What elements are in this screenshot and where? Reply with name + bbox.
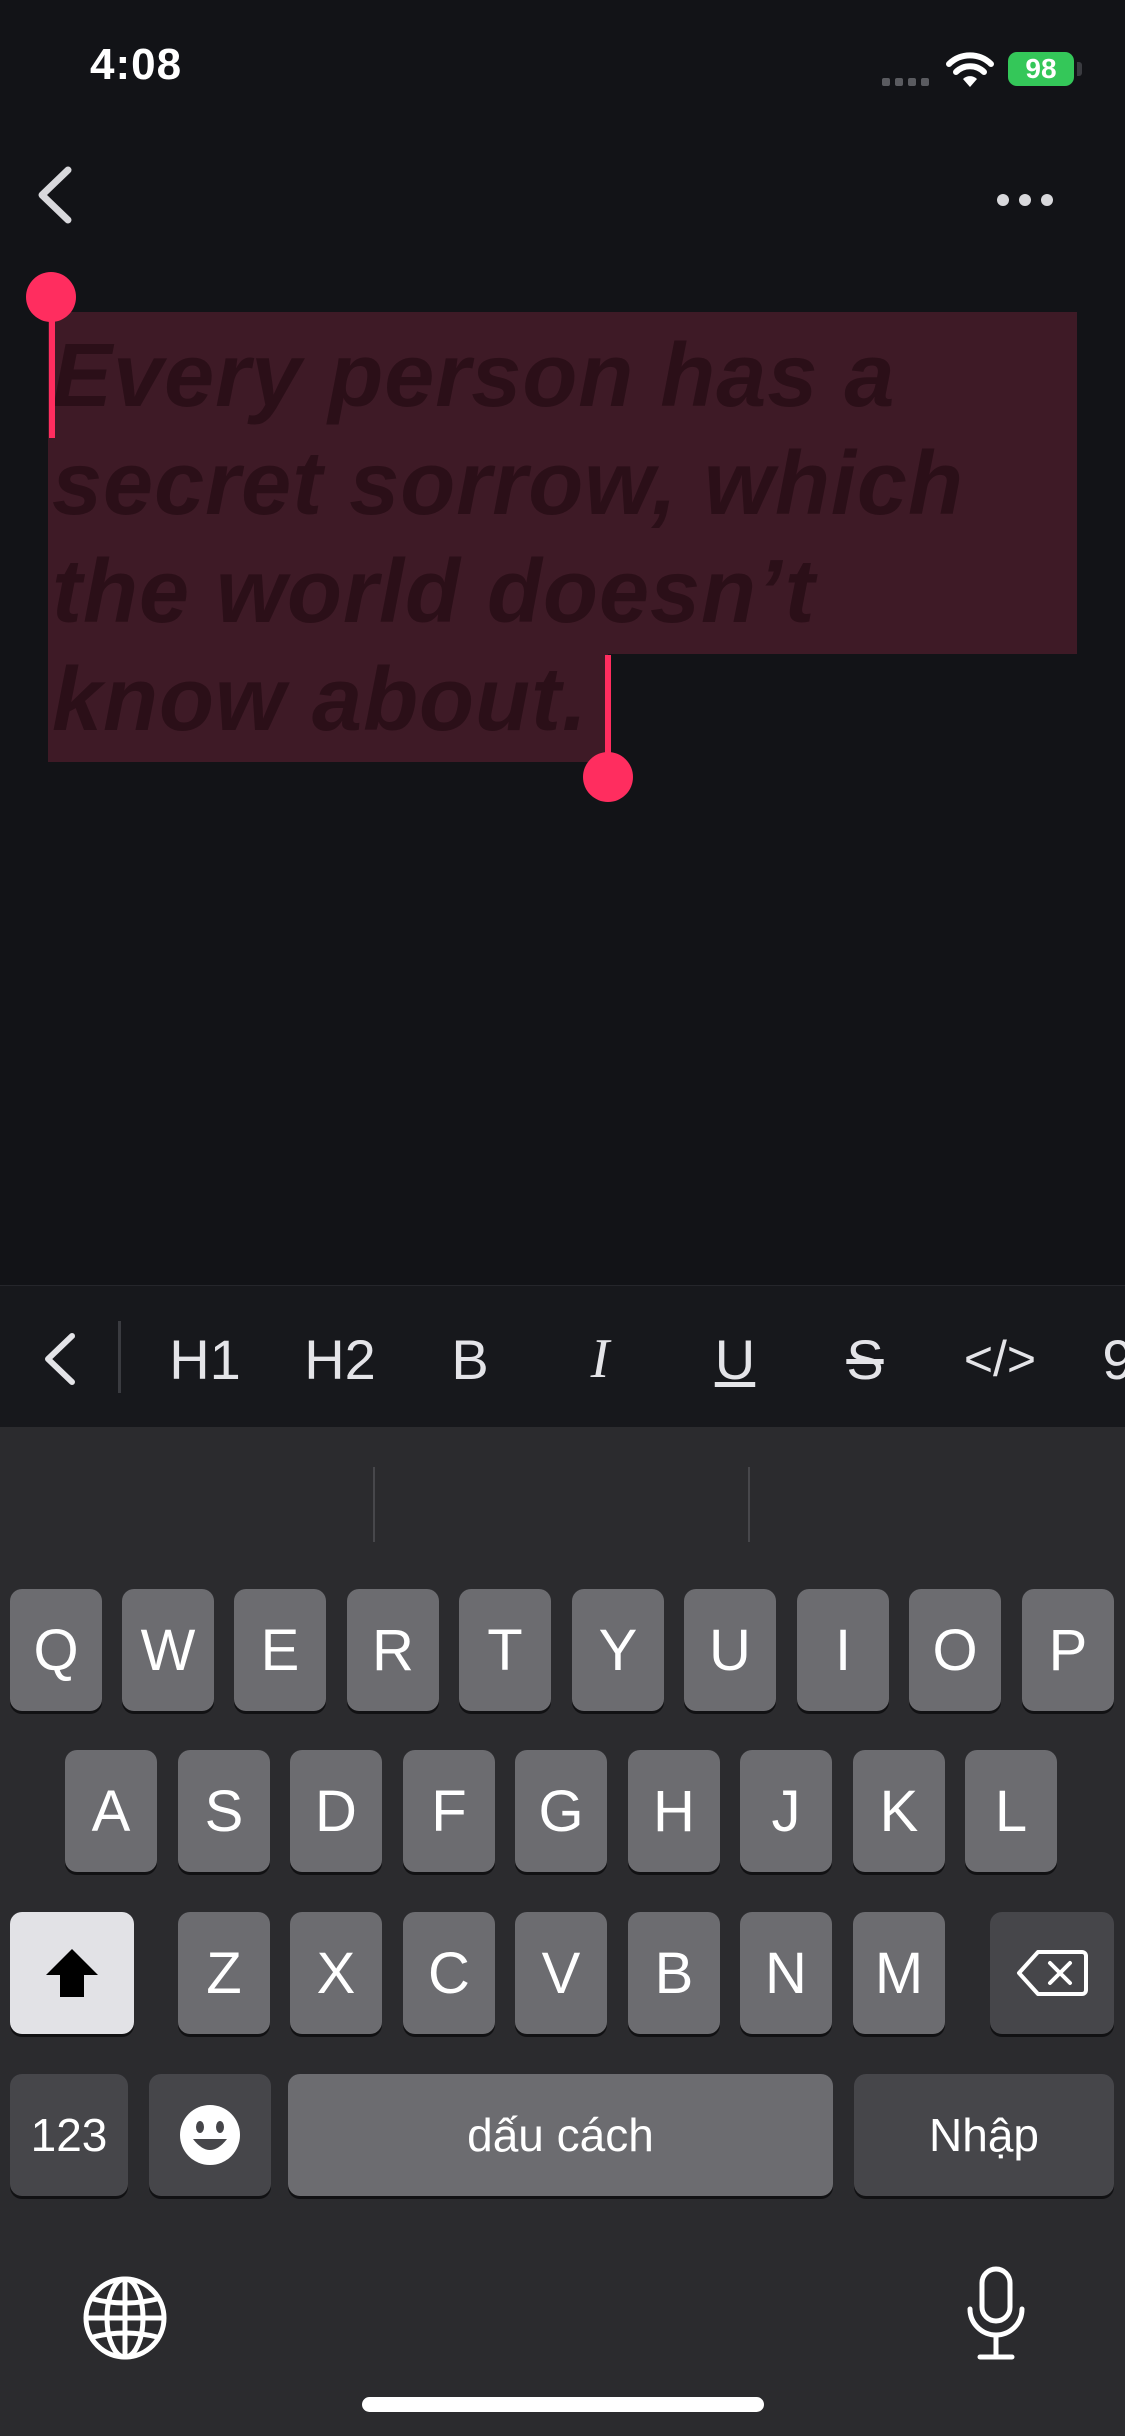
key-k[interactable]: K (853, 1750, 945, 1872)
toolbar-divider (118, 1321, 121, 1393)
more-options-button[interactable] (990, 180, 1060, 220)
key-p[interactable]: P (1022, 1589, 1114, 1711)
shift-icon (46, 1949, 98, 1997)
keyboard: Q W E R T Y U I O P A S D F G H J K L Z … (0, 1427, 1125, 2436)
format-toolbar: H1 H2 B I U S </> 9 (0, 1285, 1125, 1428)
key-y[interactable]: Y (572, 1589, 664, 1711)
code-button[interactable]: </> (955, 1314, 1045, 1404)
key-l[interactable]: L (965, 1750, 1057, 1872)
key-r[interactable]: R (347, 1589, 439, 1711)
heading2-button[interactable]: H2 (290, 1314, 390, 1404)
key-w[interactable]: W (122, 1589, 214, 1711)
selection-start-handle[interactable] (26, 272, 76, 322)
key-h[interactable]: H (628, 1750, 720, 1872)
status-time: 4:08 (90, 40, 183, 89)
globe-icon[interactable] (82, 2275, 168, 2361)
key-a[interactable]: A (65, 1750, 157, 1872)
key-e[interactable]: E (234, 1589, 326, 1711)
home-indicator[interactable] (362, 2397, 764, 2412)
collapse-toolbar-button[interactable] (30, 1324, 90, 1394)
key-t[interactable]: T (459, 1589, 551, 1711)
key-c[interactable]: C (403, 1912, 495, 2034)
key-i[interactable]: I (797, 1589, 889, 1711)
key-u[interactable]: U (684, 1589, 776, 1711)
key-b[interactable]: B (628, 1912, 720, 2034)
key-g[interactable]: G (515, 1750, 607, 1872)
battery-cap (1077, 62, 1082, 76)
underline-button[interactable]: U (705, 1314, 765, 1404)
key-q[interactable]: Q (10, 1589, 102, 1711)
key-z[interactable]: Z (178, 1912, 270, 2034)
wifi-icon (946, 52, 994, 87)
key-m[interactable]: M (853, 1912, 945, 2034)
chevron-left-icon (45, 1333, 75, 1385)
heading1-button[interactable]: H1 (160, 1314, 250, 1404)
backspace-key[interactable] (990, 1912, 1114, 2034)
italic-button[interactable]: I (570, 1314, 630, 1404)
screen: 4:08 98 Every person has a secret sorrow… (0, 0, 1125, 2436)
key-s[interactable]: S (178, 1750, 270, 1872)
cellular-signal-icon (882, 78, 929, 86)
suggestion-divider (373, 1467, 375, 1542)
key-n[interactable]: N (740, 1912, 832, 2034)
key-o[interactable]: O (909, 1589, 1001, 1711)
key-f[interactable]: F (403, 1750, 495, 1872)
space-key[interactable]: dấu cách (288, 2074, 833, 2196)
toolbar-overflow-item[interactable]: 9 (1098, 1314, 1125, 1404)
key-x[interactable]: X (290, 1912, 382, 2034)
bold-button[interactable]: B (440, 1314, 500, 1404)
quote-text[interactable]: Every person has a secret sorrow, which … (52, 322, 1072, 754)
selection-end-handle[interactable] (583, 752, 633, 802)
battery-indicator: 98 (1008, 52, 1074, 86)
back-button[interactable] (20, 160, 90, 230)
strikethrough-button[interactable]: S (835, 1314, 895, 1404)
key-v[interactable]: V (515, 1912, 607, 2034)
battery-level: 98 (1025, 53, 1057, 84)
key-d[interactable]: D (290, 1750, 382, 1872)
emoji-key[interactable] (149, 2074, 271, 2196)
ellipsis-icon (997, 194, 1009, 206)
suggestion-divider (748, 1467, 750, 1542)
emoji-icon (180, 2105, 240, 2165)
chevron-left-icon (38, 166, 72, 224)
backspace-icon (1017, 1950, 1088, 1996)
key-j[interactable]: J (740, 1750, 832, 1872)
microphone-icon[interactable] (965, 2265, 1027, 2365)
numbers-key[interactable]: 123 (10, 2074, 128, 2196)
shift-key[interactable] (10, 1912, 134, 2034)
return-key[interactable]: Nhập (854, 2074, 1114, 2196)
